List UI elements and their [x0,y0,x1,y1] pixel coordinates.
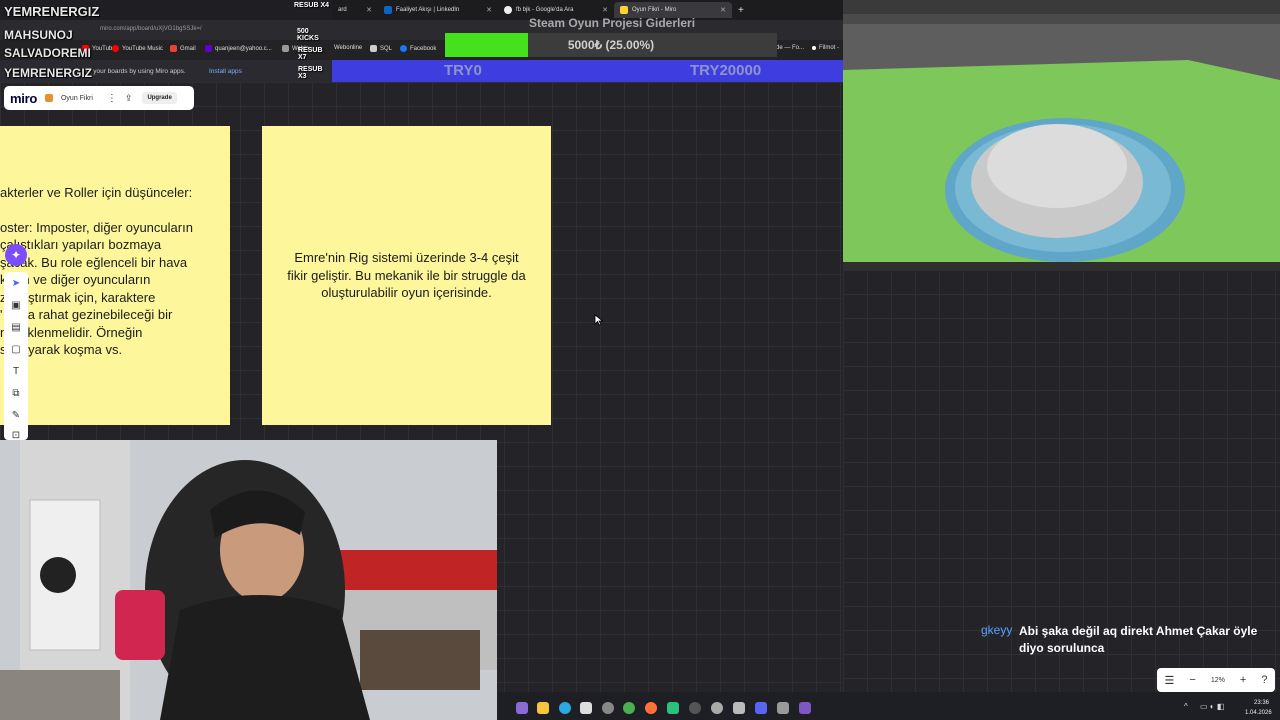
board-name[interactable]: Oyun Fikri [61,95,93,102]
frames-panel-icon[interactable]: ☰ [1165,674,1175,687]
bookmark-youtube-music[interactable]: YouTube Music [112,45,163,52]
miro-board-header: miro Oyun Fikri ⋮ ⇪ Upgrade [4,86,194,110]
install-apps-link[interactable]: Install apps [209,68,242,75]
tab-label: Faaliyet Akışı | LinkedIn [396,7,460,13]
gmail-icon [170,45,177,52]
board-icon [44,94,53,102]
alert-value: RESUB X4 [294,2,330,9]
pen-icon[interactable]: ✎ [10,410,22,422]
close-icon[interactable]: ✕ [602,6,608,14]
zoom-in-button[interactable]: + [1240,674,1246,686]
filmot-icon [812,46,816,50]
bookmark-gmail[interactable]: Gmail [170,45,196,52]
alert-name: SALVADOREMI [4,46,91,60]
close-icon[interactable]: ✕ [366,6,372,14]
linkedin-icon [384,6,392,14]
clock-date[interactable]: 1.04.2026 [1245,710,1272,716]
alert-name: YEMRENERGIZ [4,4,100,19]
sticky-note-text: akterler ve Roller için düşünceler: [0,185,193,200]
sticky-note-roles[interactable]: akterler ve Roller için düşünceler: oste… [0,126,230,425]
tray-icons[interactable]: ▭ ◐ ◧ [1200,702,1244,712]
bookmark-fo[interactable]: de — Fo... [776,45,804,51]
bookmark-facebook[interactable]: Facebook [400,45,436,52]
game-engine-viewport[interactable] [843,0,1280,270]
bookmark-filmot[interactable]: Filmot - [812,45,839,51]
bookmark-yahoo[interactable]: quanjeen@yahoo.c... [205,45,272,52]
bookmark-webonline[interactable]: Webonline [334,45,362,51]
tool-icon[interactable] [777,702,789,714]
tab-label: ard [338,7,347,13]
tray-chevron-icon[interactable]: ^ [1184,702,1188,711]
sticky-note-rig[interactable]: Emre'nin Rig sistemi üzerinde 3-4 çeşit … [262,126,551,425]
sticky-note-text: Emre'nin Rig sistemi üzerinde 3-4 çeşit … [287,250,526,301]
file-explorer-icon[interactable] [537,702,549,714]
donation-goal-min: TRY0 [444,62,482,79]
copilot-icon[interactable] [516,702,528,714]
donation-goal-max: TRY20000 [690,62,762,79]
donation-goal-title: Steam Oyun Projesi Giderleri [528,16,696,30]
facebook-icon [400,45,407,52]
youtube-music-icon [112,45,119,52]
tab-label: Oyun Fikri - Miro [632,7,677,13]
more-menu-icon[interactable]: ⋮ [107,93,117,104]
alert-value: RESUB X3 [298,66,323,80]
zoom-level[interactable]: 12% [1211,677,1225,684]
clock-time[interactable]: 23:36 [1254,700,1269,706]
share-icon[interactable]: ⇪ [125,93,133,104]
help-icon[interactable]: ? [1261,674,1267,686]
sticky-note-icon[interactable]: ▢ [10,344,22,356]
frame-icon[interactable]: ▤ [10,322,22,334]
alert-name: YEMRENERGIZ [4,66,93,80]
steam-icon[interactable] [711,702,723,714]
bookmark-sql[interactable]: SQL [370,45,392,52]
alert-name: MAHSUNOJ [4,28,73,42]
app-icon[interactable] [667,702,679,714]
select-icon[interactable]: ➤ [10,278,22,290]
globe-icon [282,45,289,52]
google-icon [504,6,512,14]
alert-value: 500 KICKS [297,28,319,42]
miro-logo[interactable]: miro [10,91,37,106]
sticky-note-text: oster: Imposter, diğer oyuncuların çalış… [0,219,193,358]
donation-goal-amount: 5000₺ (25.00%) [567,38,655,52]
templates-icon[interactable]: ▣ [10,300,22,312]
firefox-icon[interactable] [645,702,657,714]
donation-goal-range-bar [332,60,843,82]
upgrade-button[interactable]: Upgrade [142,92,177,104]
visual-studio-icon[interactable] [799,702,811,714]
alert-value: RESUB X7 [298,47,323,61]
ai-sparkle-icon[interactable]: ✦ [5,244,27,266]
chat-message: Abi şaka değil aq direkt Ahmet Çakar öyl… [1019,624,1258,655]
mouse-cursor-icon [594,314,604,326]
windows-taskbar [497,696,1280,720]
close-icon[interactable]: ✕ [486,6,492,14]
database-icon [370,45,377,52]
url-text[interactable]: miro.com/app/board/uXjVG1bgSSJk=/ [100,26,202,32]
close-icon[interactable]: ✕ [720,6,726,14]
donation-goal-fill [445,33,528,57]
tab-label: fb bjk - Google'da Ara [516,7,574,13]
yahoo-icon [205,45,212,52]
zoom-controls: ☰ − 12% + ? [1157,668,1275,692]
text-icon[interactable]: T [10,366,22,378]
settings-icon[interactable] [602,702,614,714]
infobar-text: to your boards by using Miro apps. [86,68,186,75]
zoom-out-button[interactable]: − [1189,674,1195,686]
shapes-icon[interactable]: ⧉ [10,388,22,400]
store-icon[interactable] [580,702,592,714]
chrome-icon[interactable] [623,702,635,714]
creation-toolbar: ➤ ▣ ▤ ▢ T ⧉ ✎ ⊡ [4,272,28,441]
discord-icon[interactable] [755,702,767,714]
miro-icon [620,6,628,14]
webcam-feed [0,440,497,720]
obs-icon[interactable] [689,702,701,714]
edge-icon[interactable] [559,702,571,714]
unity-icon[interactable] [733,702,745,714]
chat-username: gkeyy [981,623,1013,637]
